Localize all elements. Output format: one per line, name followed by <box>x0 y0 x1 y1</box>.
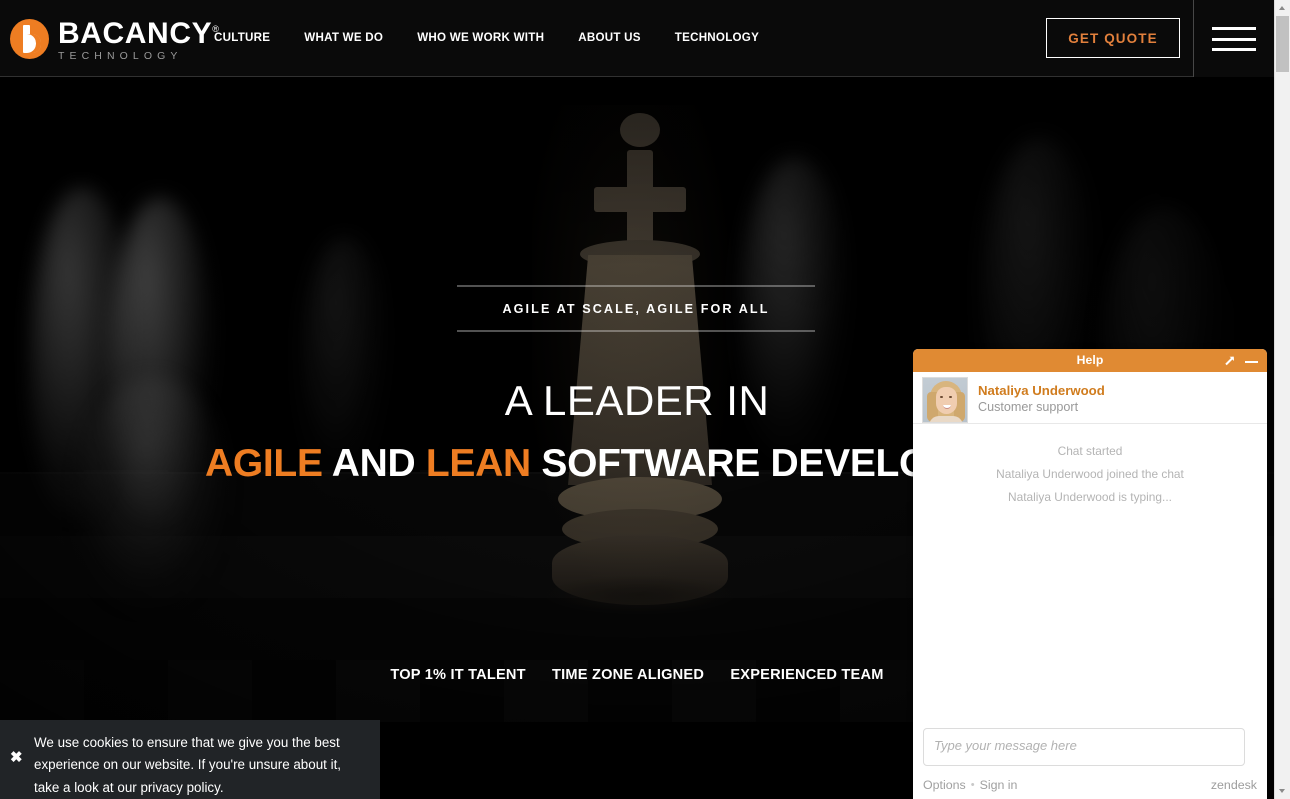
nav-item-about-us[interactable]: ABOUT US <box>578 31 641 44</box>
get-quote-button[interactable]: GET QUOTE <box>1046 18 1180 58</box>
feature-item-team: EXPERIENCED TEAM <box>730 667 884 683</box>
top-navigation-bar: BACANCY® TECHNOLOGY CULTURE WHAT WE DO W… <box>0 0 1274 77</box>
logo-wordmark: BACANCY® TECHNOLOGY <box>58 15 219 63</box>
hero-headline-line2: AGILE AND LEAN SOFTWARE DEVELO <box>205 442 929 486</box>
main-navigation: CULTURE WHAT WE DO WHO WE WORK WITH ABOU… <box>214 31 759 44</box>
scroll-up-arrow-icon[interactable] <box>1275 0 1290 16</box>
chat-message-log: Chat started Nataliya Underwood joined t… <box>913 424 1267 720</box>
headline-word-and: AND <box>322 442 426 485</box>
agent-name: Nataliya Underwood <box>978 383 1105 398</box>
close-icon[interactable]: ✖ <box>10 750 26 766</box>
feature-item-timezone: TIME ZONE ALIGNED <box>552 667 705 683</box>
chat-system-message: Nataliya Underwood is typing... <box>1008 490 1172 504</box>
chat-widget-footer: Options • Sign in zendesk <box>913 771 1267 799</box>
scroll-down-arrow-icon[interactable] <box>1275 783 1290 799</box>
nav-item-technology[interactable]: TECHNOLOGY <box>675 31 759 44</box>
cookie-banner-text: We use cookies to ensure that we give yo… <box>34 735 342 795</box>
logo-name-text: BACANCY <box>58 17 213 50</box>
minimize-icon[interactable] <box>1241 349 1263 372</box>
chat-system-message: Chat started <box>1057 444 1123 458</box>
hero-tagline-block: AGILE AT SCALE, AGILE FOR ALL <box>457 285 815 332</box>
headline-word-lean: LEAN <box>425 442 531 485</box>
chat-system-message: Nataliya Underwood joined the chat <box>996 467 1184 481</box>
chat-widget: Help Nataliya Underwood Customer support <box>913 349 1267 799</box>
bacancy-b-logo-icon <box>10 19 49 59</box>
footer-separator: • <box>970 779 975 791</box>
nav-divider <box>1193 0 1194 77</box>
logo-company-name: BACANCY® <box>58 15 219 50</box>
chat-signin-link[interactable]: Sign in <box>980 778 1018 792</box>
chat-message-input[interactable] <box>923 728 1245 766</box>
chat-options-link[interactable]: Options <box>923 778 966 792</box>
expand-arrow-glyph <box>1225 356 1234 366</box>
chat-agent-info: Nataliya Underwood Customer support <box>913 372 1267 424</box>
page-scrollbar[interactable] <box>1274 0 1290 799</box>
agent-meta: Nataliya Underwood Customer support <box>978 383 1105 416</box>
headline-word-software-development: SOFTWARE DEVELO <box>530 442 930 485</box>
agent-role: Customer support <box>978 400 1079 414</box>
avatar <box>922 376 968 423</box>
cookie-consent-banner: ✖ We use cookies to ensure that we give … <box>0 720 380 799</box>
nav-item-culture[interactable]: CULTURE <box>214 31 270 44</box>
site-logo[interactable]: BACANCY® TECHNOLOGY <box>10 16 219 62</box>
headline-word-agile: AGILE <box>205 442 323 485</box>
page-viewport: AGILE AT SCALE, AGILE FOR ALL A LEADER I… <box>0 0 1274 799</box>
chat-widget-header: Help <box>913 349 1267 372</box>
chat-widget-title: Help <box>1076 353 1104 367</box>
hero-tagline: AGILE AT SCALE, AGILE FOR ALL <box>502 302 770 316</box>
tagline-rule-bottom <box>457 330 815 332</box>
chat-compose-area <box>913 720 1267 771</box>
hamburger-menu-icon[interactable] <box>1212 25 1256 53</box>
nav-item-who-we-work-with[interactable]: WHO WE WORK WITH <box>417 31 544 44</box>
scrollbar-thumb[interactable] <box>1276 16 1289 72</box>
feature-item-talent: TOP 1% IT TALENT <box>390 667 526 683</box>
expand-arrow-icon[interactable] <box>1219 349 1241 372</box>
logo-subtitle: TECHNOLOGY <box>58 50 183 62</box>
nav-item-what-we-do[interactable]: WHAT WE DO <box>304 31 383 44</box>
zendesk-brand-label: zendesk <box>1210 778 1257 792</box>
